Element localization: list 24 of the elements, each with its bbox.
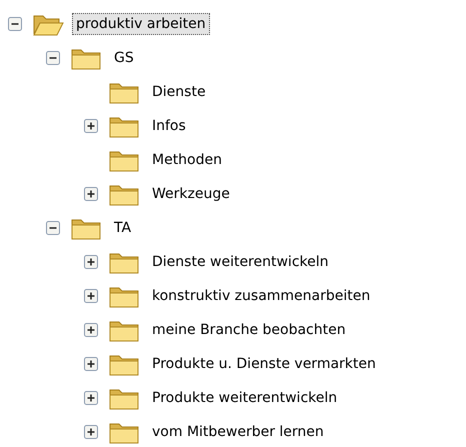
expand-button[interactable] [83,288,99,304]
tree-item[interactable]: konstruktiv zusammenarbeiten [148,285,374,307]
expand-button[interactable] [83,322,99,338]
tree-item[interactable]: Produkte u. Dienste vermarkten [148,353,380,375]
tree-item[interactable]: meine Branche beobachten [148,319,350,341]
tree-item[interactable]: Infos [148,115,190,137]
expand-button[interactable] [83,390,99,406]
tree-item[interactable]: produktiv arbeiten [72,13,210,35]
collapse-button[interactable] [45,220,61,236]
expand-button[interactable] [83,356,99,372]
tree-item[interactable]: GS [110,47,138,69]
tree-item[interactable]: Dienste weiterentwickeln [148,251,333,273]
collapse-button[interactable] [45,50,61,66]
expand-button[interactable] [83,186,99,202]
expand-button[interactable] [83,424,99,440]
tree-item[interactable]: Dienste [148,81,210,103]
expand-button[interactable] [83,254,99,270]
collapse-button[interactable] [7,16,23,32]
tree-item[interactable]: TA [110,217,136,239]
tree-item[interactable]: Produkte weiterentwickeln [148,387,342,409]
expand-button[interactable] [83,118,99,134]
tree-item[interactable]: vom Mitbewerber lernen [148,421,328,443]
tree-item[interactable]: Methoden [148,149,226,171]
tree-item[interactable]: Werkzeuge [148,183,234,205]
